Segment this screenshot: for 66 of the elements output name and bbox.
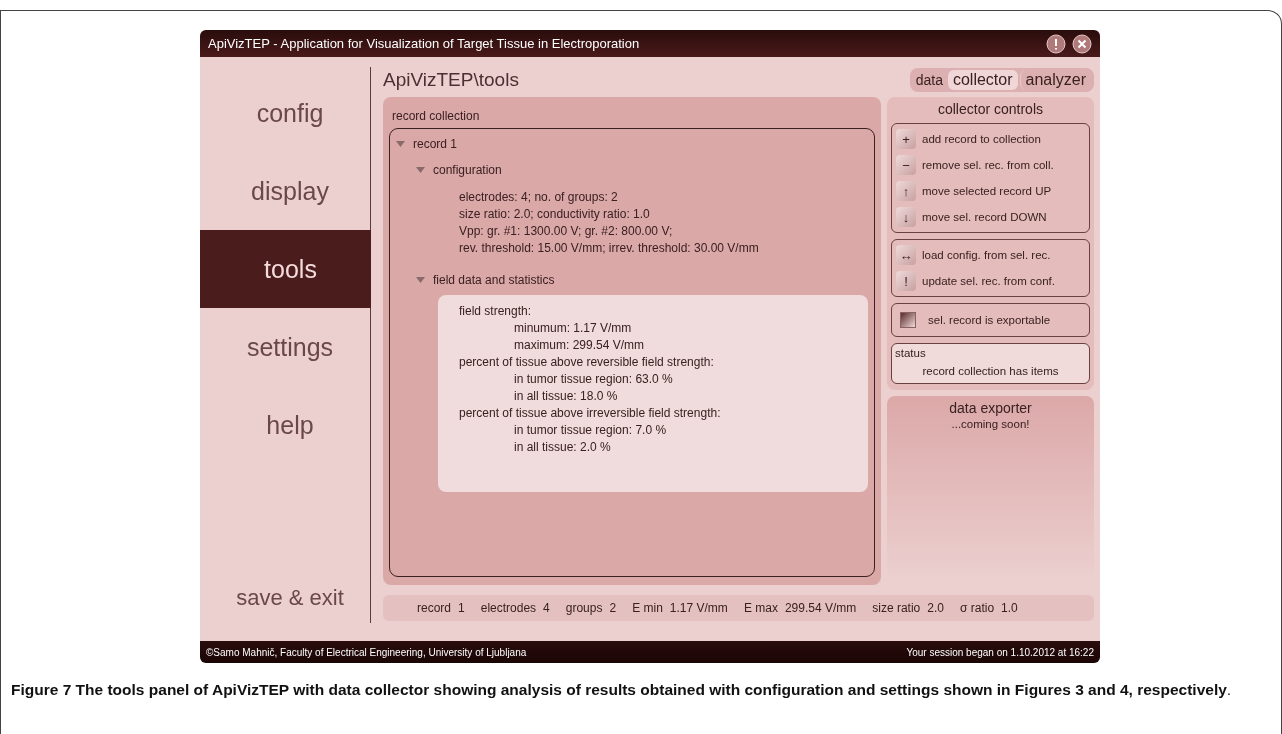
action-label[interactable]: move selected record UP bbox=[922, 185, 1052, 197]
detail-text: in all tissue: 18.0 % bbox=[513, 388, 619, 405]
close-icon[interactable] bbox=[1072, 33, 1092, 54]
nav-item[interactable]: help bbox=[200, 386, 370, 464]
tab[interactable]: collector bbox=[947, 70, 1018, 90]
detail-text: in all tissue: 2.0 % bbox=[513, 439, 612, 456]
info-label: σ ratio bbox=[960, 601, 995, 615]
tree-node-label[interactable]: configuration bbox=[433, 163, 502, 177]
window-title: ApiVizTEP - Application for Visualization of Target Tissue in Electroporation bbox=[208, 36, 641, 51]
page-path: ApiVizTEP\tools bbox=[383, 69, 519, 91]
detail-text: electrodes: 4; no. of groups: 2 bbox=[459, 189, 619, 206]
info-label: E max bbox=[743, 601, 778, 615]
nav-item[interactable]: tools bbox=[200, 230, 371, 308]
nav-item[interactable]: config bbox=[200, 74, 370, 152]
detail-text: percent of tissue above reversible field strength: bbox=[459, 354, 715, 371]
info-value: 2.0 bbox=[927, 601, 944, 615]
tab-group-label: data bbox=[914, 72, 944, 88]
detail-text: Vpp: gr. #1: 1300.00 V; gr. #2: 800.00 V; bbox=[459, 223, 674, 240]
info-value: 1.17 V/mm bbox=[669, 601, 728, 615]
action-icon-button[interactable]: ! bbox=[896, 271, 916, 291]
info-label: size ratio bbox=[872, 601, 921, 615]
info-value: 4 bbox=[543, 601, 550, 615]
action-icon-button[interactable]: ↔ bbox=[896, 245, 916, 265]
exporter-note: ...coming soon! bbox=[951, 418, 1030, 430]
detail-text: minumum: 1.17 V/mm bbox=[513, 320, 633, 337]
detail-text: in tumor tissue region: 63.0 % bbox=[513, 371, 674, 388]
alert-icon[interactable] bbox=[1046, 33, 1066, 54]
tree-node-label[interactable]: field data and statistics bbox=[433, 273, 555, 287]
checkbox-label[interactable]: sel. record is exportable bbox=[928, 314, 1051, 326]
tab[interactable]: analyzer bbox=[1019, 70, 1091, 90]
action-icon-button[interactable]: + bbox=[896, 129, 916, 149]
detail-text: rev. threshold: 15.00 V/mm; irrev. threshold: 30.00 V/mm bbox=[459, 240, 760, 257]
figure-caption: Figure 7 The tools panel of ApiVizTEP with data collector showing analysis of results obtained with configuration and settings shown in Figures 3 and 4, respectively. bbox=[11, 680, 1233, 700]
status-text: record collection has items bbox=[921, 365, 1060, 377]
nav-item[interactable]: settings bbox=[200, 308, 370, 386]
action-label[interactable]: remove sel. rec. from coll. bbox=[922, 159, 1054, 171]
detail-text: in tumor tissue region: 7.0 % bbox=[513, 422, 668, 439]
detail-text: maximum: 299.54 V/mm bbox=[513, 337, 646, 354]
action-icon-button[interactable]: ↓ bbox=[896, 207, 916, 227]
panel-title: record collection bbox=[392, 109, 481, 123]
info-value: 1.0 bbox=[1001, 601, 1018, 615]
action-label[interactable]: add record to collection bbox=[922, 133, 1041, 145]
info-value: 2 bbox=[609, 601, 617, 615]
info-label: groups bbox=[565, 601, 603, 615]
info-value: 299.54 V/mm bbox=[784, 601, 857, 615]
save-exit-item[interactable]: save & exit bbox=[200, 573, 370, 623]
copyright-text: ©Samo Mahnič, Faculty of Electrical Engineering, University of Ljubljana bbox=[206, 646, 527, 658]
info-value: 1 bbox=[458, 601, 465, 615]
info-label: record bbox=[417, 601, 451, 615]
action-icon-button[interactable]: ↑ bbox=[896, 181, 916, 201]
detail-text: percent of tissue above irreversible field strength: bbox=[459, 405, 722, 422]
session-text: Your session began on 1.10.2012 at 16:22 bbox=[906, 646, 1094, 658]
nav-item[interactable]: display bbox=[200, 152, 370, 230]
panel-title: collector controls bbox=[936, 101, 1044, 117]
panel-title: data exporter bbox=[949, 400, 1032, 416]
detail-text: size ratio: 2.0; conductivity ratio: 1.0 bbox=[459, 206, 651, 223]
action-label[interactable]: load config. from sel. rec. bbox=[922, 249, 1051, 261]
status-title: status bbox=[895, 347, 927, 359]
detail-text: field strength: bbox=[459, 303, 533, 320]
info-label: E min bbox=[632, 601, 663, 615]
tree-node-label[interactable]: record 1 bbox=[413, 137, 458, 151]
checkbox[interactable] bbox=[900, 312, 916, 328]
action-label[interactable]: move sel. record DOWN bbox=[922, 211, 1047, 223]
action-label[interactable]: update sel. rec. from conf. bbox=[922, 275, 1055, 287]
action-icon-button[interactable]: − bbox=[896, 155, 916, 175]
info-label: electrodes bbox=[480, 601, 537, 615]
